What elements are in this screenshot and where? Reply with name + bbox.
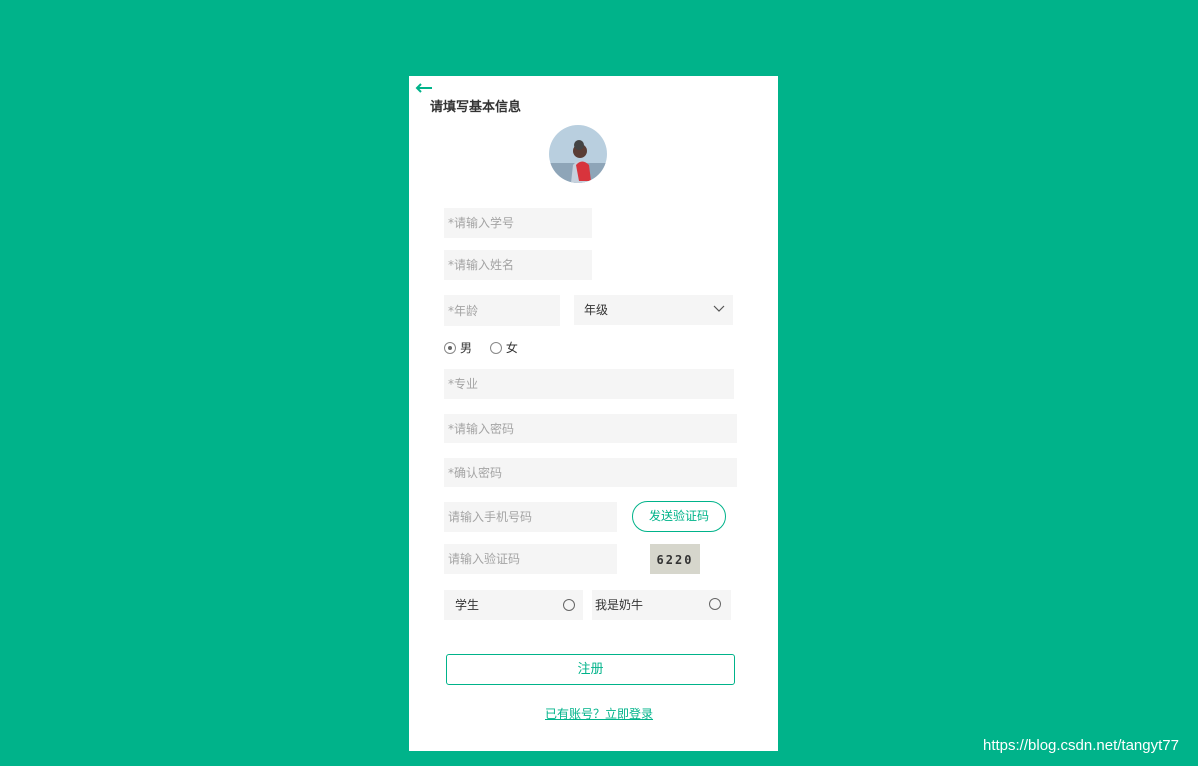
name-input[interactable]	[444, 250, 592, 280]
confirm-password-input[interactable]	[444, 458, 737, 487]
chevron-down-icon	[713, 305, 725, 312]
verification-code-input[interactable]	[444, 544, 617, 574]
gender-female-label: 女	[505, 341, 518, 355]
gender-group: 男 女	[444, 339, 518, 355]
login-link[interactable]: 已有账号？立即登录	[545, 705, 653, 722]
role-radio[interactable]	[563, 599, 575, 611]
phone-input[interactable]	[444, 502, 617, 532]
page-title: 请填写基本信息	[430, 100, 522, 115]
age-input[interactable]	[444, 295, 560, 326]
role-option-student[interactable]: 学生	[444, 590, 583, 620]
role-option-label: 我是奶牛	[595, 598, 644, 612]
password-input[interactable]	[444, 414, 737, 443]
avatar[interactable]	[549, 125, 607, 183]
send-code-button[interactable]: 发送验证码	[632, 501, 726, 532]
role-option-label: 学生	[455, 598, 480, 612]
gender-female-radio[interactable]	[489, 341, 502, 354]
avatar-image	[549, 125, 607, 183]
student-id-input[interactable]	[444, 208, 592, 238]
gender-male-radio[interactable]	[444, 341, 456, 354]
role-option-cow[interactable]: 我是奶牛	[592, 590, 731, 620]
major-input[interactable]	[444, 369, 734, 399]
gender-male-label: 男	[460, 341, 473, 355]
role-radio[interactable]	[709, 598, 721, 610]
watermark: https://blog.csdn.net/tangyt77	[983, 737, 1179, 754]
captcha-image[interactable]: 6220	[650, 544, 700, 574]
grade-select[interactable]: 年级	[574, 295, 733, 325]
register-button[interactable]: 注册	[446, 654, 735, 685]
grade-select-value: 年级	[584, 303, 609, 317]
register-card: 请填写基本信息 年级 男 女 发送验证码 6220 学生 我是奶牛	[409, 76, 778, 751]
arrow-left-icon[interactable]	[415, 82, 433, 94]
